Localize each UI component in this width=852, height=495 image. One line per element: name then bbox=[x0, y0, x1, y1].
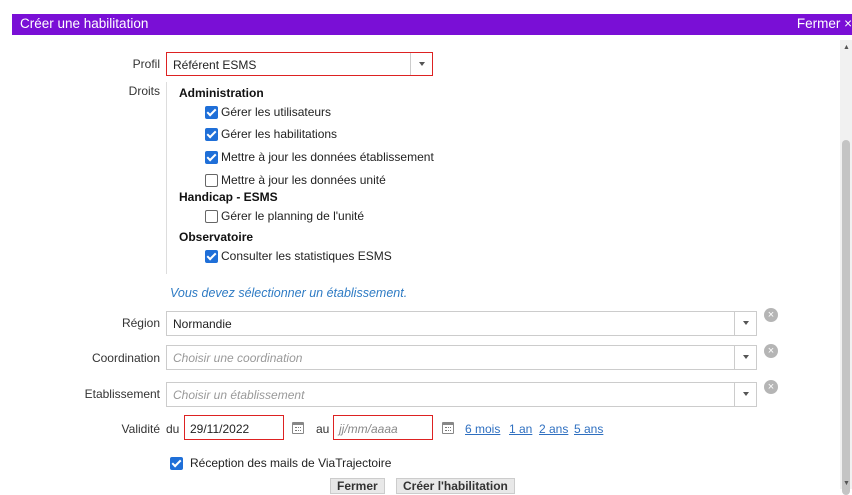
chevron-down-icon bbox=[742, 321, 749, 325]
clear-coordination-icon[interactable]: × bbox=[764, 344, 778, 358]
shortcut-5-ans-link[interactable]: 5 ans bbox=[574, 422, 603, 436]
profil-value: Référent ESMS bbox=[173, 58, 257, 72]
checkbox-checked[interactable] bbox=[170, 456, 183, 470]
etablissement-dropdown-button[interactable] bbox=[734, 383, 756, 406]
date-from-value: 29/11/2022 bbox=[190, 422, 250, 436]
chevron-down-icon bbox=[742, 355, 749, 359]
checkbox-unchecked[interactable] bbox=[205, 173, 218, 187]
chevron-down-icon bbox=[742, 392, 749, 396]
right-label: Gérer le planning de l'unité bbox=[221, 209, 365, 223]
checkbox-checked[interactable] bbox=[205, 249, 218, 263]
scroll-down-icon[interactable]: ▼ bbox=[843, 480, 850, 487]
du-label: du bbox=[166, 422, 180, 436]
right-label: Mettre à jour les données unité bbox=[221, 173, 386, 187]
group-administration: Administration bbox=[179, 86, 264, 100]
right-gerer-habilitations[interactable]: Gérer les habilitations bbox=[205, 126, 337, 142]
region-value: Normandie bbox=[173, 317, 232, 331]
chevron-down-icon bbox=[418, 62, 425, 66]
profil-dropdown-button[interactable] bbox=[410, 53, 432, 75]
right-label: Mettre à jour les données établissement bbox=[221, 150, 434, 164]
right-label: Gérer les utilisateurs bbox=[221, 105, 332, 119]
coordination-select[interactable]: Choisir une coordination bbox=[166, 345, 757, 370]
au-label: au bbox=[316, 422, 330, 436]
etablissement-placeholder: Choisir un établissement bbox=[173, 388, 305, 402]
coordination-placeholder: Choisir une coordination bbox=[173, 351, 303, 365]
right-maj-unite[interactable]: Mettre à jour les données unité bbox=[205, 172, 386, 188]
dialog-titlebar: Créer une habilitation Fermer × bbox=[12, 14, 852, 35]
clear-region-icon[interactable]: × bbox=[764, 308, 778, 322]
shortcut-2-ans-link[interactable]: 2 ans bbox=[539, 422, 568, 436]
profil-select[interactable]: Référent ESMS bbox=[166, 52, 433, 76]
group-handicap-esms: Handicap - ESMS bbox=[179, 190, 278, 204]
droits-label: Droits bbox=[128, 84, 160, 98]
right-consulter-statistiques[interactable]: Consulter les statistiques ESMS bbox=[205, 248, 392, 264]
shortcut-6-mois-link[interactable]: 6 mois bbox=[465, 422, 500, 436]
etablissement-label: Etablissement bbox=[84, 387, 160, 401]
dialog-title: Créer une habilitation bbox=[20, 16, 149, 31]
checkbox-unchecked[interactable] bbox=[205, 209, 218, 223]
region-select[interactable]: Normandie bbox=[166, 311, 757, 336]
coordination-dropdown-button[interactable] bbox=[734, 346, 756, 369]
scrollbar-thumb[interactable] bbox=[842, 140, 850, 495]
validation-notice: Vous devez sélectionner un établissement… bbox=[170, 286, 408, 300]
date-from-input[interactable]: 29/11/2022 bbox=[184, 415, 284, 440]
calendar-icon[interactable] bbox=[442, 422, 454, 434]
fermer-button[interactable]: Fermer bbox=[330, 478, 385, 494]
etablissement-select[interactable]: Choisir un établissement bbox=[166, 382, 757, 407]
right-maj-etablissement[interactable]: Mettre à jour les données établissement bbox=[205, 149, 434, 165]
profil-label: Profil bbox=[132, 57, 160, 71]
scroll-up-icon[interactable]: ▲ bbox=[843, 44, 850, 51]
mails-option[interactable]: Réception des mails de ViaTrajectoire bbox=[170, 455, 391, 471]
right-gerer-utilisateurs[interactable]: Gérer les utilisateurs bbox=[205, 104, 331, 120]
creer-habilitation-button[interactable]: Créer l'habilitation bbox=[396, 478, 515, 494]
coordination-label: Coordination bbox=[91, 351, 160, 365]
region-dropdown-button[interactable] bbox=[734, 312, 756, 335]
checkbox-checked[interactable] bbox=[205, 127, 218, 141]
right-label: Gérer les habilitations bbox=[221, 127, 338, 141]
group-observatoire: Observatoire bbox=[179, 230, 254, 244]
calendar-icon[interactable] bbox=[292, 422, 304, 434]
right-gerer-planning[interactable]: Gérer le planning de l'unité bbox=[205, 208, 364, 224]
mails-label: Réception des mails de ViaTrajectoire bbox=[190, 456, 392, 470]
clear-etablissement-icon[interactable]: × bbox=[764, 380, 778, 394]
checkbox-checked[interactable] bbox=[205, 105, 218, 119]
checkbox-checked[interactable] bbox=[205, 150, 218, 164]
scrollbar[interactable]: ▲ ▼ bbox=[840, 40, 852, 495]
shortcut-1-an-link[interactable]: 1 an bbox=[509, 422, 532, 436]
right-label: Consulter les statistiques ESMS bbox=[221, 249, 392, 263]
date-to-input[interactable]: jj/mm/aaaa bbox=[333, 415, 433, 440]
region-label: Région bbox=[121, 316, 160, 330]
close-button[interactable]: Fermer × bbox=[797, 16, 852, 31]
date-to-placeholder: jj/mm/aaaa bbox=[339, 422, 398, 436]
validite-label: Validité bbox=[121, 422, 160, 436]
